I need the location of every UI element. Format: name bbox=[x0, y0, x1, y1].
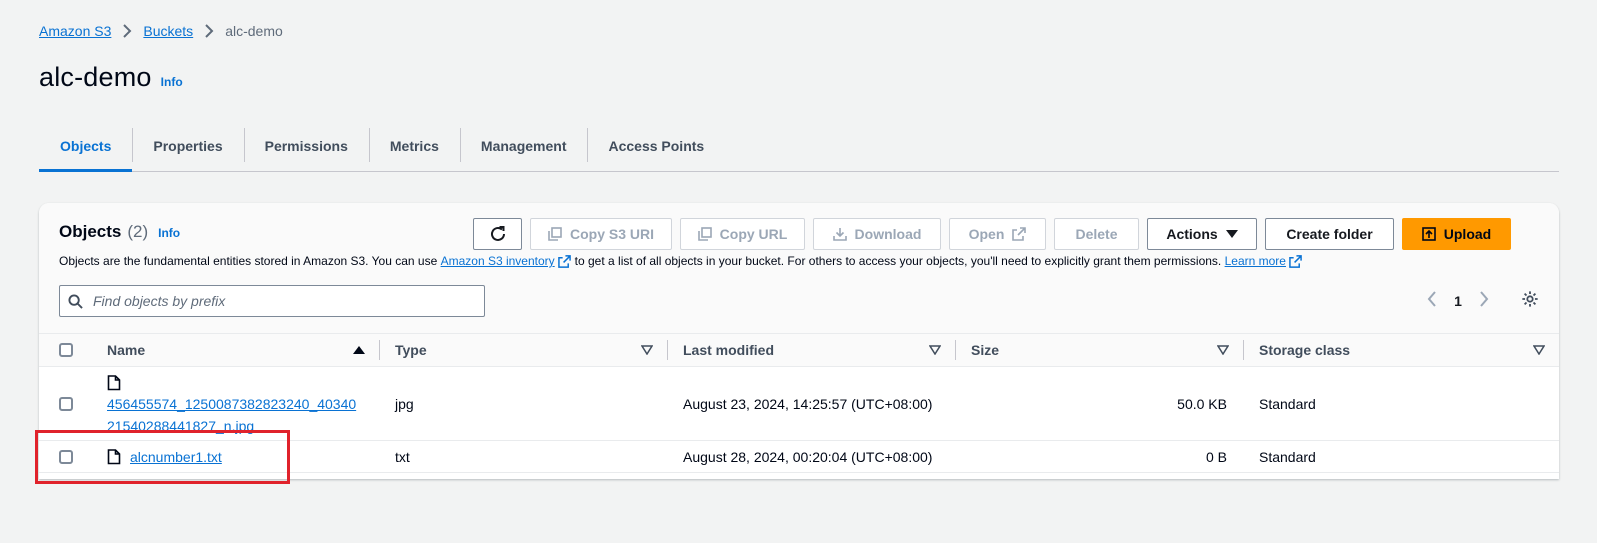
upload-button[interactable]: Upload bbox=[1402, 218, 1511, 250]
page-number[interactable]: 1 bbox=[1447, 293, 1469, 309]
objects-info-link[interactable]: Info bbox=[158, 226, 180, 240]
tab-metrics[interactable]: Metrics bbox=[368, 120, 460, 171]
object-type: txt bbox=[395, 448, 410, 465]
copy-icon bbox=[548, 227, 562, 241]
file-icon bbox=[107, 374, 121, 390]
table-header-row: Name Type Last modified Size Storage cla… bbox=[39, 333, 1559, 367]
search-box[interactable] bbox=[59, 285, 485, 317]
upload-icon bbox=[1421, 227, 1436, 241]
breadcrumb-amazon-s3[interactable]: Amazon S3 bbox=[39, 23, 111, 39]
search-icon bbox=[68, 293, 83, 309]
refresh-icon bbox=[490, 226, 505, 241]
objects-title: Objects bbox=[59, 222, 122, 241]
object-type: jpg bbox=[395, 395, 414, 412]
column-header-name[interactable]: Name bbox=[91, 334, 379, 367]
sort-icon bbox=[1217, 345, 1229, 355]
select-all-checkbox[interactable] bbox=[59, 343, 73, 357]
tab-objects[interactable]: Objects bbox=[39, 120, 133, 172]
tab-permissions[interactable]: Permissions bbox=[243, 120, 369, 171]
object-storage-class: Standard bbox=[1259, 395, 1316, 412]
object-last-modified: August 23, 2024, 14:25:57 (UTC+08:00) bbox=[683, 395, 933, 412]
pagination: 1 bbox=[1427, 291, 1489, 310]
breadcrumb-buckets[interactable]: Buckets bbox=[143, 23, 193, 39]
chevron-right-icon bbox=[111, 24, 143, 38]
objects-description: Objects are the fundamental entities sto… bbox=[59, 254, 1306, 268]
object-storage-class: Standard bbox=[1259, 448, 1316, 465]
highlight-annotation bbox=[35, 430, 290, 484]
create-folder-button[interactable]: Create folder bbox=[1265, 218, 1394, 250]
description-text-1: Objects are the fundamental entities sto… bbox=[59, 254, 438, 268]
actions-button[interactable]: Actions bbox=[1147, 218, 1257, 250]
tab-bar: Objects Properties Permissions Metrics M… bbox=[39, 120, 1559, 172]
breadcrumb: Amazon S3 Buckets alc-demo bbox=[39, 21, 283, 41]
description-text-2: to get a list of all objects in your buc… bbox=[574, 254, 1222, 268]
page-info-link[interactable]: Info bbox=[161, 75, 183, 89]
refresh-button[interactable] bbox=[473, 218, 522, 250]
chevron-left-icon[interactable] bbox=[1427, 291, 1437, 310]
page-title: alc-demo bbox=[39, 62, 152, 92]
sort-ascending-icon bbox=[353, 346, 365, 354]
download-button[interactable]: Download bbox=[813, 218, 941, 250]
gear-icon[interactable] bbox=[1521, 290, 1539, 313]
column-header-type[interactable]: Type bbox=[379, 334, 667, 367]
chevron-right-icon bbox=[193, 24, 225, 38]
copy-icon bbox=[697, 227, 712, 241]
chevron-right-icon[interactable] bbox=[1479, 291, 1489, 310]
tab-management[interactable]: Management bbox=[459, 120, 588, 171]
external-link-icon bbox=[1012, 227, 1027, 241]
column-header-last-modified[interactable]: Last modified bbox=[667, 334, 955, 367]
delete-button[interactable]: Delete bbox=[1054, 218, 1139, 250]
objects-panel-header: Objects (2) Info Objects are the fundame… bbox=[39, 203, 1559, 333]
inventory-link[interactable]: Amazon S3 inventory bbox=[441, 254, 555, 268]
sort-icon bbox=[1533, 345, 1545, 355]
caret-down-icon bbox=[1225, 230, 1238, 238]
object-size: 0 B bbox=[1205, 448, 1227, 465]
row-checkbox[interactable] bbox=[59, 396, 73, 411]
copy-url-button[interactable]: Copy URL bbox=[680, 218, 805, 250]
breadcrumb-current: alc-demo bbox=[225, 23, 283, 39]
object-last-modified: August 28, 2024, 00:20:04 (UTC+08:00) bbox=[683, 448, 933, 465]
column-header-storage-class[interactable]: Storage class bbox=[1243, 334, 1559, 367]
download-icon bbox=[832, 228, 847, 241]
object-size: 50.0 KB bbox=[1177, 395, 1227, 412]
tab-access-points[interactable]: Access Points bbox=[587, 120, 725, 171]
sort-icon bbox=[929, 345, 941, 355]
learn-more-link[interactable]: Learn more bbox=[1225, 254, 1286, 268]
sort-icon bbox=[641, 345, 653, 355]
external-link-icon bbox=[1289, 254, 1302, 268]
tab-properties[interactable]: Properties bbox=[132, 120, 243, 171]
objects-count: (2) bbox=[127, 222, 149, 241]
column-header-size[interactable]: Size bbox=[955, 334, 1243, 367]
copy-s3-uri-button[interactable]: Copy S3 URI bbox=[530, 218, 672, 250]
external-link-icon bbox=[557, 254, 571, 268]
search-input[interactable] bbox=[91, 292, 471, 310]
page-header: alc-demo Info bbox=[39, 62, 183, 93]
open-button[interactable]: Open bbox=[949, 218, 1046, 250]
objects-heading: Objects (2) Info bbox=[59, 222, 180, 242]
object-link[interactable]: 456455574_1250087382823240_40340 21540288… bbox=[107, 396, 356, 434]
